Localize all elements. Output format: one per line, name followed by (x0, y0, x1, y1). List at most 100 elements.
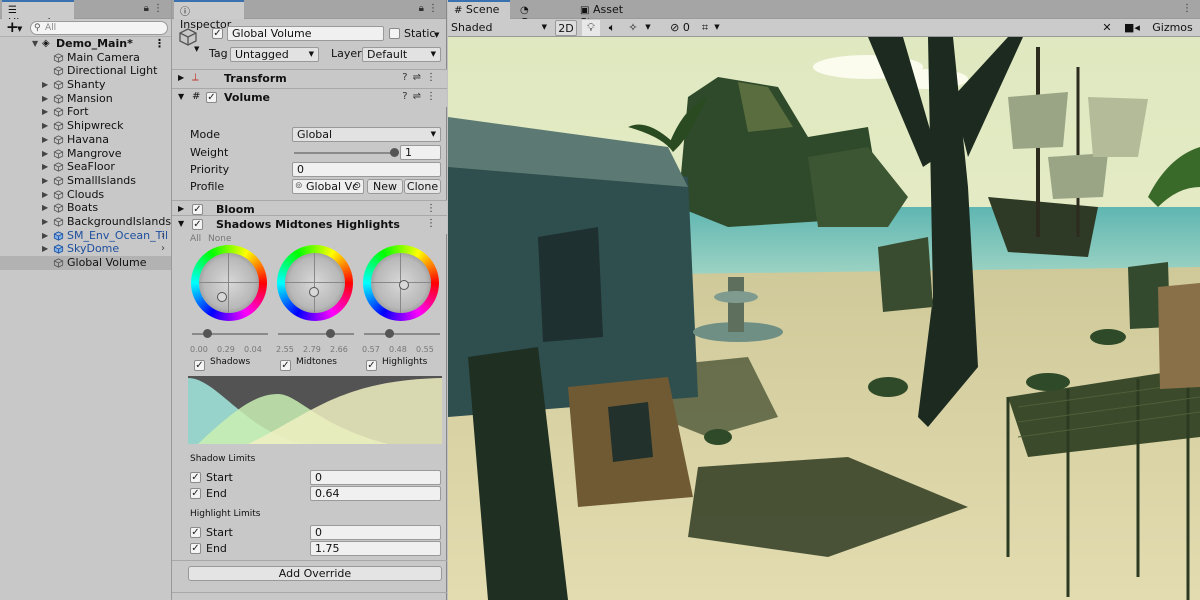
shadow-start-field[interactable]: 0 (310, 470, 441, 485)
lock-icon[interactable]: 🔒︎ (144, 3, 153, 14)
gameobject-cube-icon[interactable] (178, 27, 198, 47)
scene-panel-menu-icon[interactable]: ⋮ (1182, 3, 1196, 14)
hierarchy-item[interactable]: ▶ Boats (0, 201, 171, 215)
scene-root-row[interactable]: ▼ ◈ Demo_Main* ⋮ (0, 37, 171, 51)
hierarchy-item[interactable]: ▶ Mansion (0, 92, 171, 106)
wheel-offset-handle[interactable] (326, 329, 335, 338)
panel-lock-and-menu[interactable]: 🔒︎⋮ (144, 3, 167, 14)
hierarchy-item[interactable]: ▶ SmallIslands (0, 174, 171, 188)
wheel-picker-handle[interactable] (309, 287, 319, 297)
expand-arrow-icon[interactable]: ▶ (42, 105, 48, 119)
preset-icon[interactable]: ⇌ (413, 91, 426, 102)
tag-dropdown[interactable]: Untagged ▼ (230, 47, 319, 62)
wheel-offset-handle[interactable] (385, 329, 394, 338)
expand-arrow-icon[interactable]: ▼ (32, 37, 38, 51)
lock-icon[interactable]: 🔒︎ (419, 3, 428, 14)
active-checkbox[interactable]: ✓ (212, 28, 223, 39)
wheel-offset-handle[interactable] (203, 329, 212, 338)
fold-arrow-icon[interactable]: ▼ (178, 219, 184, 228)
expand-arrow-icon[interactable]: ▶ (42, 160, 48, 174)
highlight-end-checkbox[interactable]: ✓ (190, 543, 201, 554)
hierarchy-item[interactable]: Global Volume (0, 256, 171, 270)
expand-arrow-icon[interactable]: ▶ (42, 174, 48, 188)
expand-arrow-icon[interactable]: ▶ (42, 133, 48, 147)
hierarchy-item[interactable]: ▶ SeaFloor (0, 160, 171, 174)
gizmos-dropdown[interactable]: Gizmos (1145, 20, 1200, 36)
grid-dropdown-icon[interactable]: ▼ (712, 20, 722, 36)
expand-arrow-icon[interactable]: ▶ (42, 78, 48, 92)
inspector-lock-and-menu[interactable]: 🔒︎⋮ (419, 3, 442, 14)
override-menu-icon[interactable]: ⋮ (426, 218, 441, 229)
hierarchy-item[interactable]: ▶ BackgroundIslands (0, 215, 171, 229)
hierarchy-item[interactable]: ▶ SkyDome › (0, 242, 171, 256)
hierarchy-search-input[interactable]: ⚲ All (30, 21, 168, 35)
prefab-open-chevron-icon[interactable]: › (161, 229, 165, 243)
camera-icon[interactable]: ■◂ (1120, 20, 1144, 36)
hidden-objects-toggle[interactable]: ⊘ 0 (662, 20, 698, 36)
expand-arrow-icon[interactable]: ▶ (42, 119, 48, 133)
hierarchy-item[interactable]: Directional Light (0, 64, 171, 78)
static-dropdown-icon[interactable]: ▼ (434, 31, 439, 39)
highlight-end-field[interactable]: 1.75 (310, 541, 441, 556)
expand-arrow-icon[interactable]: ▶ (42, 242, 48, 256)
shadow-start-checkbox[interactable]: ✓ (190, 472, 201, 483)
hierarchy-item[interactable]: ▶ Shanty (0, 78, 171, 92)
bloom-enabled-checkbox[interactable]: ✓ (192, 204, 203, 215)
toggle-2d-button[interactable]: 2D (555, 20, 577, 36)
scene-viewport[interactable] (448, 37, 1200, 600)
hierarchy-item[interactable]: Main Camera (0, 51, 171, 65)
mode-dropdown[interactable]: Global ▼ (292, 127, 441, 142)
expand-arrow-icon[interactable]: ▶ (42, 201, 48, 215)
hierarchy-item[interactable]: ▶ Fort (0, 105, 171, 119)
override-menu-icon[interactable]: ⋮ (426, 203, 441, 214)
help-icon[interactable]: ? (402, 72, 412, 83)
layer-dropdown[interactable]: Default ▼ (362, 47, 441, 62)
hierarchy-item[interactable]: ▶ Shipwreck (0, 119, 171, 133)
component-menu-icon[interactable]: ⋮ (426, 72, 441, 83)
highlight-start-field[interactable]: 0 (310, 525, 441, 540)
tab-asset-store[interactable]: ▣ Asset Store (574, 0, 652, 29)
shadow-end-checkbox[interactable]: ✓ (190, 488, 201, 499)
all-toggle[interactable]: All (190, 234, 201, 244)
expand-arrow-icon[interactable]: ▶ (42, 188, 48, 202)
smh-override-header[interactable]: ▼ ✓ Shadows Midtones Highlights ⋮ (172, 215, 447, 234)
wheel-enabled-checkbox[interactable]: ✓ (366, 360, 377, 371)
fold-arrow-icon[interactable]: ▼ (178, 92, 184, 101)
wheel-center[interactable] (285, 253, 345, 313)
help-icon[interactable]: ? (402, 91, 412, 102)
fold-arrow-icon[interactable]: ▶ (178, 204, 184, 213)
wheel-enabled-checkbox[interactable]: ✓ (194, 360, 205, 371)
clone-profile-button[interactable]: Clone (404, 179, 441, 194)
expand-arrow-icon[interactable]: ▶ (42, 92, 48, 106)
expand-arrow-icon[interactable]: ▶ (42, 229, 48, 243)
preset-icon[interactable]: ⇌ (413, 72, 426, 83)
grid-icon[interactable]: ⌗ (698, 20, 712, 36)
effects-dropdown-icon[interactable]: ▼ (643, 20, 653, 36)
scene-menu-icon[interactable]: ⋮ (154, 37, 165, 51)
volume-component-header[interactable]: ▼ # ✓ Volume ?⇌⋮ (172, 88, 447, 107)
prefab-open-chevron-icon[interactable]: › (161, 242, 165, 256)
fold-arrow-icon[interactable]: ▶ (178, 73, 184, 82)
effects-icon[interactable]: ✧ (624, 20, 642, 36)
hierarchy-item[interactable]: ▶ Clouds (0, 188, 171, 202)
panel-menu-icon[interactable]: ⋮ (153, 3, 167, 14)
create-dropdown-icon[interactable]: ▼ (17, 25, 22, 33)
object-picker-icon[interactable]: ⊙ (353, 180, 361, 193)
priority-field[interactable]: 0 (292, 162, 441, 177)
wheel-picker-handle[interactable] (217, 292, 227, 302)
wheel-picker-handle[interactable] (399, 280, 409, 290)
tab-hierarchy[interactable]: ☰ Hierarchy (2, 0, 74, 29)
wheel-center[interactable] (199, 253, 259, 313)
tab-game[interactable]: ◔ Game (514, 0, 570, 29)
audio-speaker-icon[interactable]: 🔈︎ (603, 20, 621, 36)
tools-icon[interactable]: ✕ (1098, 20, 1116, 36)
weight-slider-handle[interactable] (390, 148, 399, 157)
object-name-field[interactable]: Global Volume (227, 26, 384, 41)
weight-field[interactable]: 1 (400, 145, 441, 160)
hierarchy-item[interactable]: ▶ SM_Env_Ocean_Til › (0, 229, 171, 243)
profile-object-field[interactable]: ⊚ Global Vc ⊙ (292, 179, 364, 194)
expand-arrow-icon[interactable]: ▶ (42, 147, 48, 161)
component-menu-icon[interactable]: ⋮ (426, 91, 441, 102)
component-actions[interactable]: ?⇌⋮ (402, 72, 441, 83)
shadow-end-field[interactable]: 0.64 (310, 486, 441, 501)
